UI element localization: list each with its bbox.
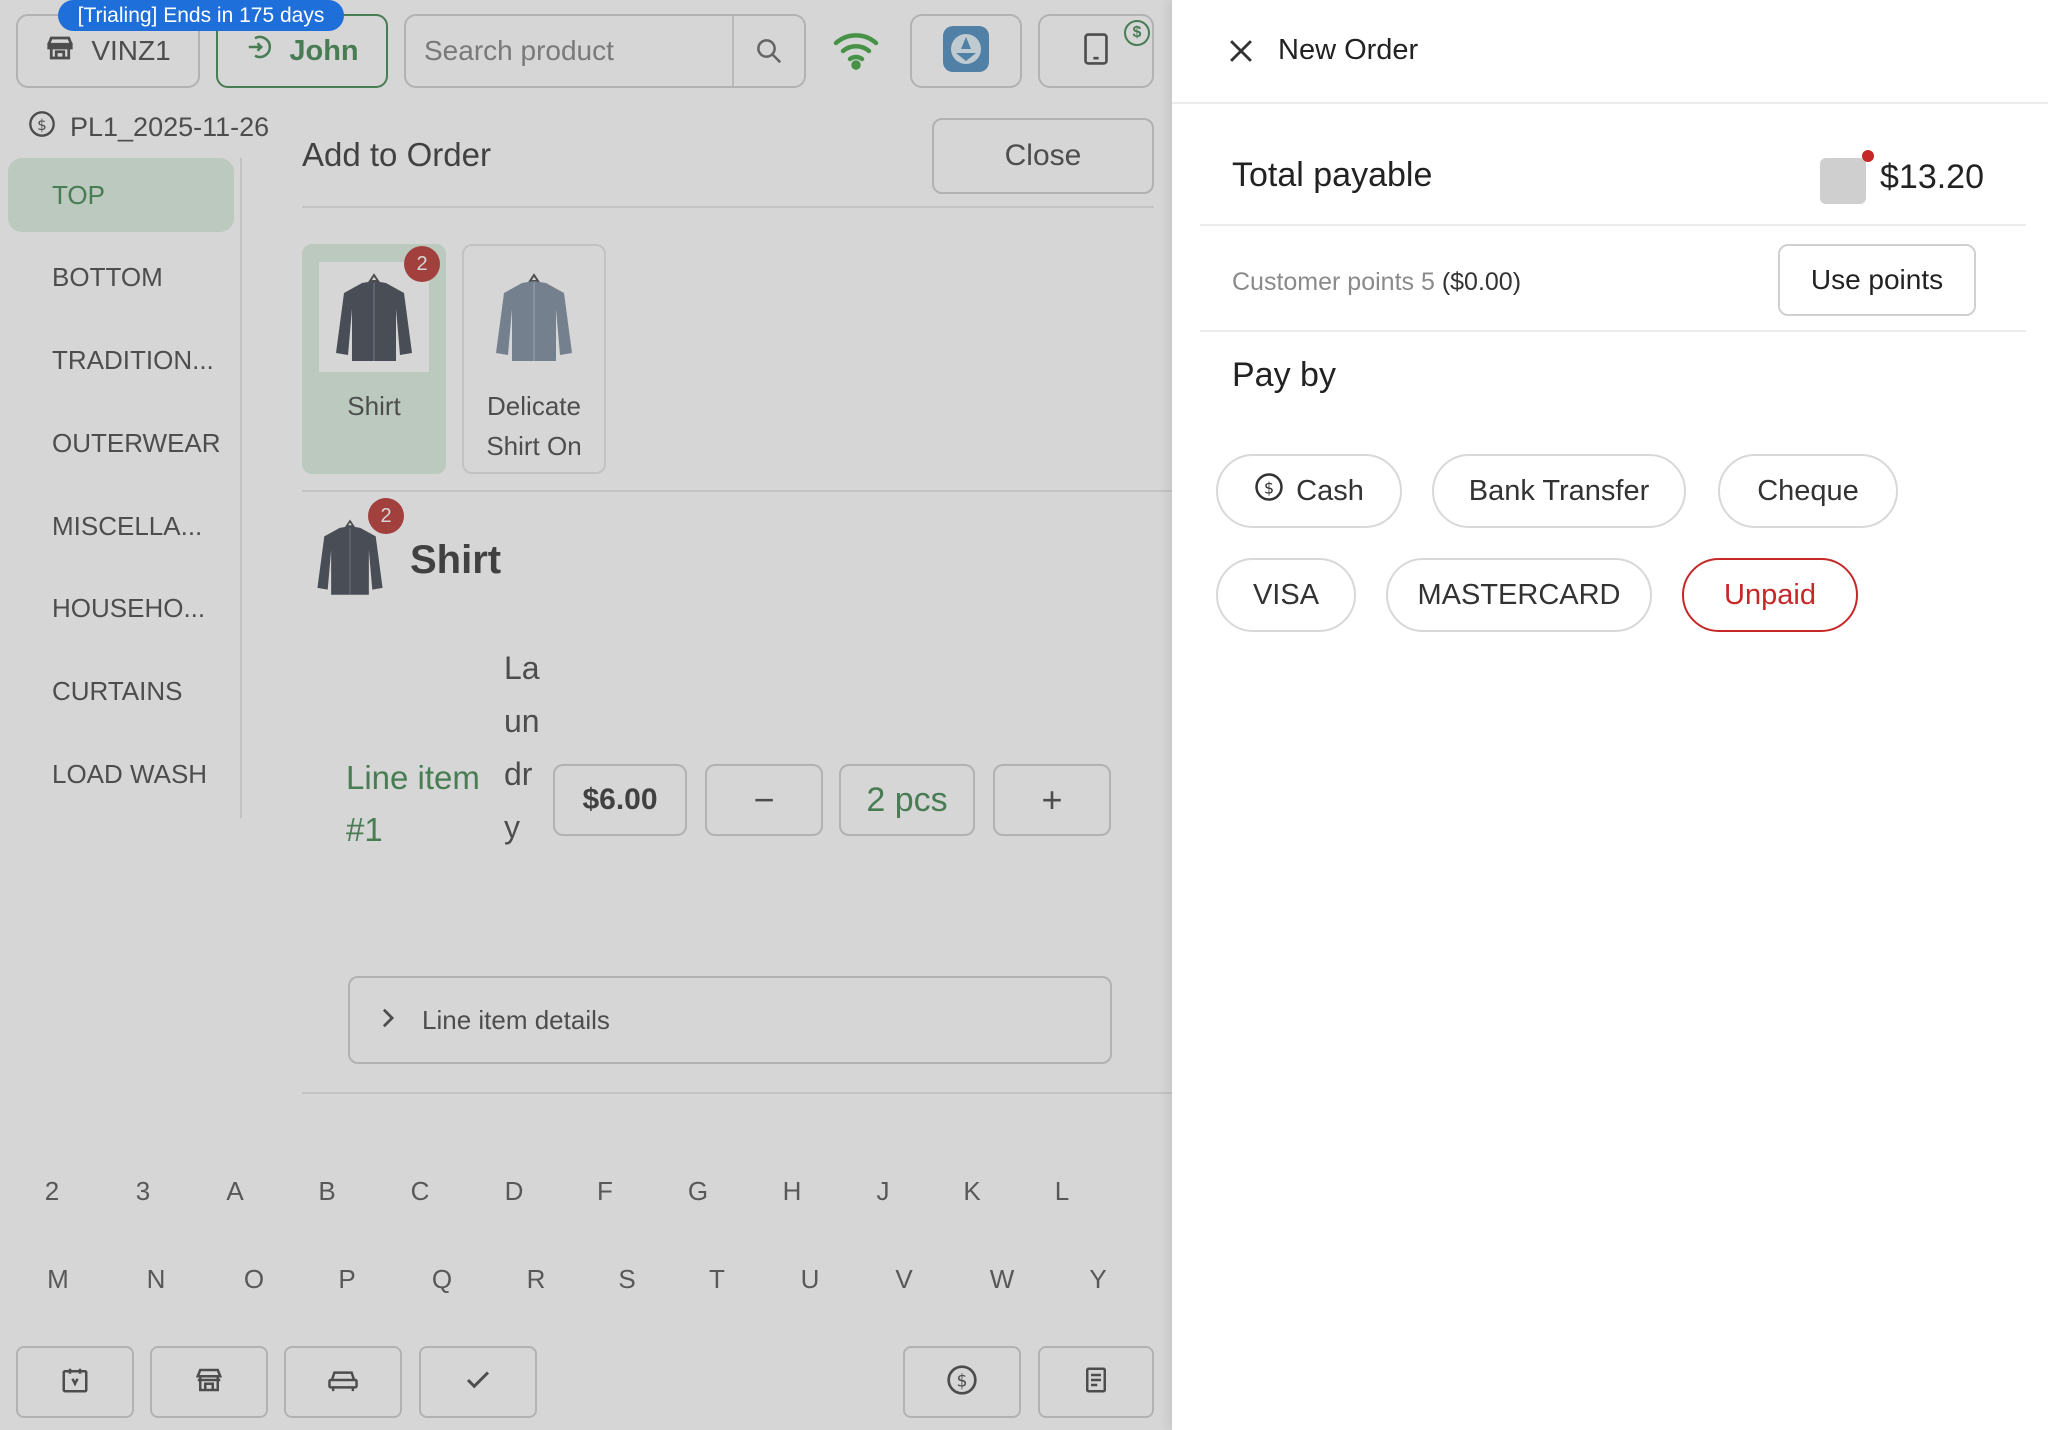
- color-swatch[interactable]: [1820, 158, 1866, 204]
- pay-unpaid-button[interactable]: Unpaid: [1682, 558, 1858, 632]
- new-order-panel: New Order Total payable $13.20 Customer …: [1172, 0, 2048, 1430]
- pay-mastercard-button[interactable]: MASTERCARD: [1386, 558, 1652, 632]
- svg-text:$: $: [1264, 478, 1274, 497]
- modal-backdrop[interactable]: [0, 0, 1172, 1430]
- panel-header: New Order: [1172, 0, 2048, 104]
- divider: [1200, 224, 2026, 226]
- customer-points: Customer points 5 ($0.00): [1232, 268, 1521, 297]
- pay-cash-button[interactable]: $ Cash: [1216, 454, 1402, 528]
- close-icon[interactable]: [1224, 34, 1258, 68]
- pay-bank-transfer-button[interactable]: Bank Transfer: [1432, 454, 1686, 528]
- pay-cheque-button[interactable]: Cheque: [1718, 454, 1898, 528]
- notification-dot: [1862, 150, 1874, 162]
- panel-title: New Order: [1278, 34, 1419, 66]
- pay-by-label: Pay by: [1232, 356, 1336, 394]
- customer-points-value: ($0.00): [1441, 268, 1522, 296]
- total-payable-label: Total payable: [1232, 156, 1433, 194]
- pos-app: [Trialing] Ends in 175 days VINZ1 John $: [0, 0, 1172, 1430]
- dollar-icon: $: [1254, 472, 1284, 510]
- customer-points-text: Customer points 5: [1232, 268, 1435, 296]
- pay-method-label: Cash: [1296, 474, 1364, 507]
- pay-visa-button[interactable]: VISA: [1216, 558, 1356, 632]
- use-points-button[interactable]: Use points: [1778, 244, 1976, 316]
- trial-banner: [Trialing] Ends in 175 days: [58, 0, 344, 31]
- total-payable-amount: $13.20: [1880, 158, 1984, 196]
- divider: [1200, 330, 2026, 332]
